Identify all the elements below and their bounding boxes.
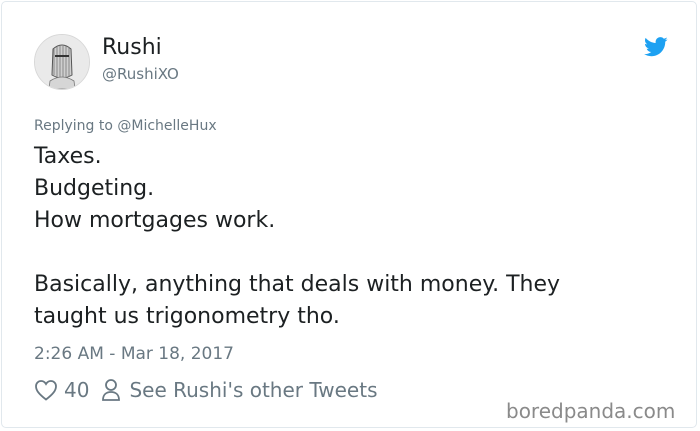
tweet-text: Taxes. Budgeting. How mortgages work. Ba… xyxy=(34,141,654,333)
avatar-sketch-image xyxy=(35,35,89,89)
avatar[interactable] xyxy=(34,34,90,90)
tweet-actions: 40 See Rushi's other Tweets xyxy=(34,377,378,403)
see-other-tweets-link[interactable]: See Rushi's other Tweets xyxy=(129,378,377,402)
tweet-line: How mortgages work. xyxy=(34,208,276,233)
heart-icon[interactable] xyxy=(34,379,58,401)
tweet-line: taught us trigonometry tho. xyxy=(34,304,340,329)
replying-to[interactable]: Replying to @MichelleHux xyxy=(34,117,217,135)
author-handle[interactable]: @RushiXO xyxy=(102,64,179,84)
like-count[interactable]: 40 xyxy=(64,378,89,402)
tweet-paragraph-gap xyxy=(34,237,654,269)
tweet-line: Taxes. xyxy=(34,144,102,169)
tweet-timestamp[interactable]: 2:26 AM - Mar 18, 2017 xyxy=(34,343,234,365)
person-icon[interactable] xyxy=(101,378,121,402)
tweet-line: Budgeting. xyxy=(34,176,155,201)
tweet-card: Rushi @RushiXO Replying to @MichelleHux … xyxy=(1,1,697,428)
twitter-bird-icon[interactable] xyxy=(644,37,668,57)
author-name[interactable]: Rushi xyxy=(102,34,162,62)
watermark-text: boredpanda.com xyxy=(506,399,676,423)
tweet-line: Basically, anything that deals with mone… xyxy=(34,272,561,297)
